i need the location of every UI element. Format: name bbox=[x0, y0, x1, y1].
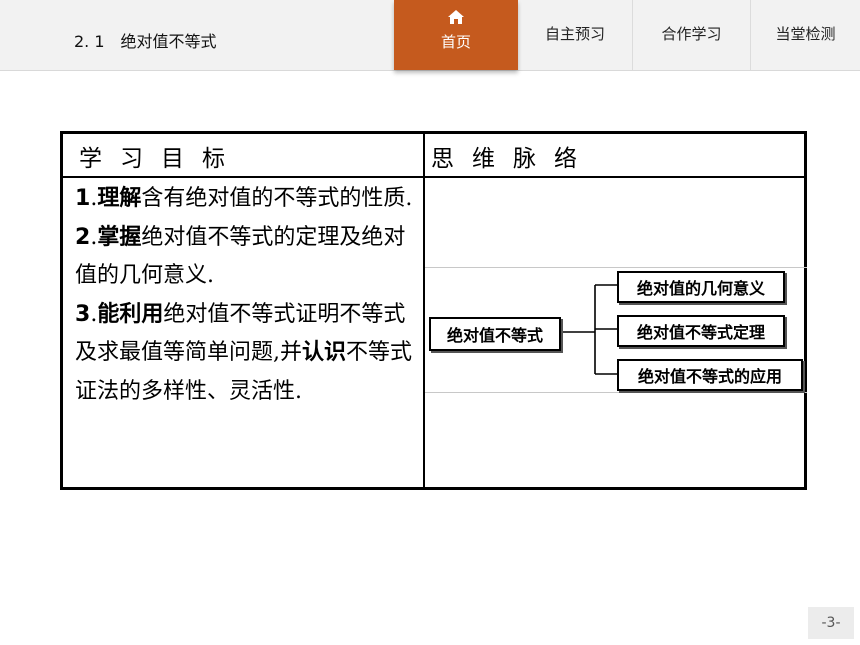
goals-list: 1.理解含有绝对值的不等式的性质. 2.掌握绝对值不等式的定理及绝对值的几何意义… bbox=[75, 180, 415, 411]
mindmap-node-geometric-meaning: 绝对值的几何意义 bbox=[617, 271, 785, 303]
section-title: 2. 1 绝对值不等式 bbox=[74, 28, 217, 52]
mindmap-node-theorem: 绝对值不等式定理 bbox=[617, 315, 785, 347]
page-number: -3- bbox=[808, 607, 854, 639]
goal-verb: 能利用 bbox=[97, 301, 164, 327]
goal-verb: 掌握 bbox=[97, 224, 142, 250]
goal-number: 2 bbox=[75, 224, 91, 250]
goal-number: 1 bbox=[75, 186, 91, 211]
nav-item-preview[interactable]: 自主预习 bbox=[518, 0, 632, 70]
learning-goals-header: 学习目标 bbox=[79, 146, 243, 172]
section-number: 2. 1 bbox=[74, 32, 105, 51]
goal-item-2: 2.掌握绝对值不等式的定理及绝对值的几何意义. bbox=[75, 224, 406, 289]
mindmap-root-node: 绝对值不等式 bbox=[429, 317, 561, 351]
nav-item-cooperative[interactable]: 合作学习 bbox=[632, 0, 750, 70]
mindmap-node-application: 绝对值不等式的应用 bbox=[617, 359, 803, 391]
mind-map-header: 思维脉络 bbox=[431, 146, 595, 172]
header-bar: 2. 1 绝对值不等式 首页 自主预习 合作学习 当堂检测 bbox=[0, 0, 860, 71]
home-icon bbox=[448, 10, 464, 24]
section-title-text: 绝对值不等式 bbox=[120, 32, 217, 51]
nav-home-button[interactable]: 首页 bbox=[394, 0, 518, 70]
goal-number: 3 bbox=[75, 301, 91, 327]
goal-item-1: 1.理解含有绝对值的不等式的性质. bbox=[75, 186, 413, 211]
goals-table: 学习目标 思维脉络 1.理解含有绝对值的不等式的性质. 2.掌握绝对值不等式的定… bbox=[60, 131, 807, 490]
goal-verb: 认识 bbox=[302, 340, 347, 365]
header-divider bbox=[63, 176, 804, 178]
goal-text: 含有绝对值的不等式的性质. bbox=[141, 186, 413, 211]
nav-home-label: 首页 bbox=[440, 33, 471, 51]
nav-item-check[interactable]: 当堂检测 bbox=[750, 0, 860, 70]
goal-verb: 理解 bbox=[97, 186, 142, 211]
goal-item-3: 3.能利用绝对值不等式证明不等式及求最值等简单问题,并认识不等式证法的多样性、灵… bbox=[75, 301, 413, 404]
